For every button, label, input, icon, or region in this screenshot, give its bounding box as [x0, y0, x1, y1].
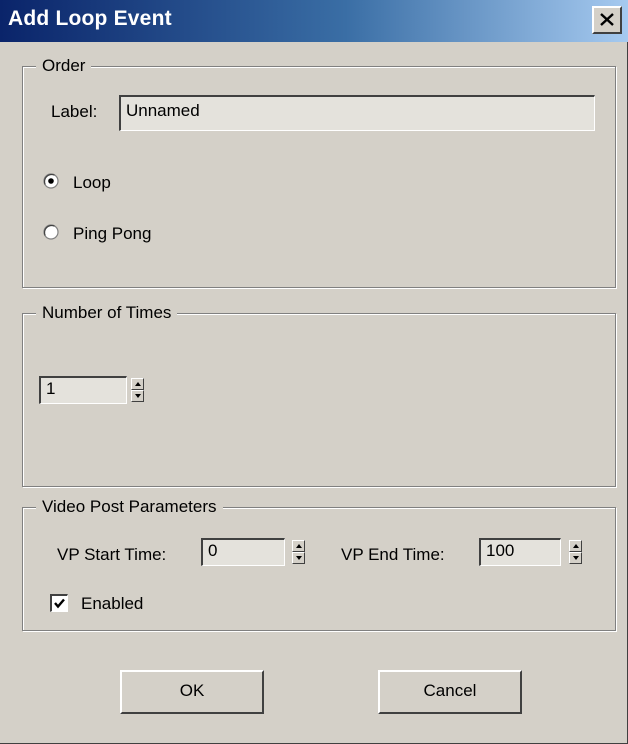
vp-start-spinner-up[interactable] [292, 540, 305, 552]
spinner-up-icon [296, 544, 302, 548]
video-post-group-title: Video Post Parameters [36, 496, 223, 518]
times-spinner[interactable] [131, 378, 144, 402]
cancel-button[interactable]: Cancel [378, 670, 522, 714]
times-input[interactable]: 1 [39, 376, 127, 404]
spinner-down-icon [573, 556, 579, 560]
ping-pong-radio[interactable] [43, 224, 59, 240]
label-input[interactable]: Unnamed [119, 95, 595, 131]
loop-option-label[interactable]: Loop [73, 172, 111, 194]
vp-end-spinner-up[interactable] [569, 540, 582, 552]
loop-radio[interactable] [43, 173, 59, 189]
vp-start-spinner-down[interactable] [292, 552, 305, 564]
vp-start-time-input[interactable]: 0 [201, 538, 285, 566]
vp-end-time-spinner[interactable] [569, 540, 582, 564]
spinner-down-icon [296, 556, 302, 560]
spinner-up-icon [135, 382, 141, 386]
times-spinner-up[interactable] [131, 378, 144, 390]
title-bar[interactable]: Add Loop Event [0, 0, 628, 42]
vp-end-time-input[interactable]: 100 [479, 538, 561, 566]
ping-pong-option-label[interactable]: Ping Pong [73, 223, 151, 245]
enabled-label[interactable]: Enabled [81, 593, 143, 615]
enabled-checkbox[interactable] [50, 594, 68, 612]
close-icon [600, 13, 614, 26]
label-caption: Label: [51, 102, 98, 121]
number-of-times-group-title: Number of Times [36, 302, 178, 324]
vp-start-time-spinner[interactable] [292, 540, 305, 564]
close-button[interactable] [592, 6, 622, 34]
times-spinner-down[interactable] [131, 390, 144, 402]
add-loop-event-dialog: Add Loop Event Order Label: Unnamed Loop… [0, 0, 628, 744]
spinner-down-icon [135, 394, 141, 398]
checkmark-icon [54, 598, 65, 609]
dialog-title: Add Loop Event [8, 7, 172, 30]
vp-end-spinner-down[interactable] [569, 552, 582, 564]
vp-start-time-caption: VP Start Time: [57, 545, 167, 564]
order-group-title: Order [36, 55, 92, 77]
spinner-up-icon [573, 544, 579, 548]
ok-button[interactable]: OK [120, 670, 264, 714]
vp-end-time-caption: VP End Time: [341, 545, 445, 564]
